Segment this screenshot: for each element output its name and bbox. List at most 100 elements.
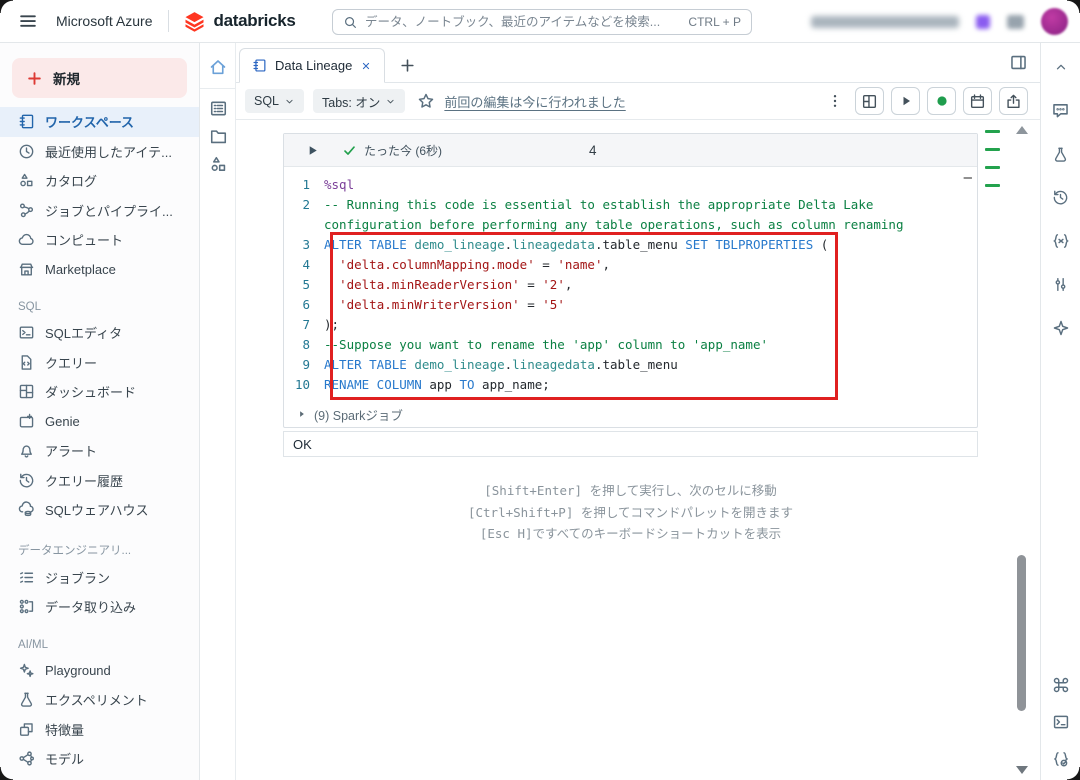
run-all-button[interactable]	[891, 87, 920, 115]
sidebar-item-workflow[interactable]: ジョブとパイプライ...	[0, 196, 199, 226]
share-button[interactable]	[999, 87, 1028, 115]
sidebar-item-catalog[interactable]: カタログ	[0, 166, 199, 196]
code-text: RENAME COLUMN app TO app_name;	[324, 375, 977, 395]
sidebar-item-sql-editor[interactable]: SQLエディタ	[0, 318, 199, 348]
code-line[interactable]: 9ALTER TABLE demo_lineage.lineagedata.ta…	[284, 355, 977, 375]
new-button[interactable]: 新規	[12, 58, 187, 98]
model-icon	[18, 750, 35, 767]
favorite-star-icon[interactable]	[417, 92, 435, 110]
home-icon[interactable]	[208, 57, 228, 77]
search-input[interactable]	[365, 15, 688, 29]
code-line[interactable]: 5 'delta.minReaderVersion' = '2',	[284, 275, 977, 295]
sidebar-item-data-ingestion[interactable]: データ取り込み	[0, 592, 199, 622]
panel-layout-icon[interactable]	[1009, 53, 1028, 72]
layout-grid-button[interactable]	[855, 87, 884, 115]
code-line[interactable]: 1%sql	[284, 175, 977, 195]
sidebar-item-dashboard[interactable]: ダッシュボード	[0, 377, 199, 407]
sidebar-item-genie[interactable]: Genie	[0, 407, 199, 437]
language-select[interactable]: SQL	[245, 89, 304, 113]
spark-jobs-row[interactable]: (9) Sparkジョブ	[284, 401, 977, 427]
history-icon	[18, 472, 35, 489]
tabs-toggle-select[interactable]: Tabs: オン	[313, 89, 405, 113]
expand-caret-icon	[297, 409, 307, 419]
scroll-down-arrow[interactable]	[1016, 766, 1028, 774]
terminal-icon[interactable]	[1052, 713, 1070, 731]
new-button-label: 新規	[53, 68, 80, 88]
chevron-up-icon[interactable]	[1053, 59, 1069, 75]
sidebar-item-clock[interactable]: 最近使用したアイテ...	[0, 137, 199, 167]
code-line[interactable]: 10RENAME COLUMN app TO app_name;	[284, 375, 977, 395]
search-shortcut: CTRL + P	[688, 15, 741, 29]
job-runs-icon	[18, 569, 35, 586]
schedule-button[interactable]	[963, 87, 992, 115]
run-cell-icon[interactable]	[305, 143, 320, 158]
line-number: 10	[284, 375, 324, 395]
sidebar-item-feature-store[interactable]: 特徴量	[0, 715, 199, 745]
topbar-redacted-icon-1[interactable]	[976, 15, 990, 29]
line-number: 5	[284, 275, 324, 295]
line-number: 4	[284, 255, 324, 275]
code-line[interactable]: 2-- Running this code is essential to es…	[284, 195, 977, 235]
tabs-toggle-value: Tabs: オン	[322, 92, 380, 111]
code-line[interactable]: 6 'delta.minWriterVersion' = '5'	[284, 295, 977, 315]
sidebar-item-notebook[interactable]: ワークスペース	[0, 107, 199, 137]
flask-icon[interactable]	[1052, 146, 1069, 163]
history-icon[interactable]	[1052, 189, 1069, 206]
sidebar-item-sparkles[interactable]: Playground	[0, 656, 199, 686]
databricks-logo[interactable]: databricks	[183, 10, 295, 33]
code-editor[interactable]: 1%sql2-- Running this code is essential …	[284, 167, 977, 401]
code-cell[interactable]: たった今 (6秒) 4 – 1%sql2-- Running this code…	[283, 133, 978, 428]
sidebar-item-job-runs[interactable]: ジョブラン	[0, 563, 199, 593]
catalog-strip-icon[interactable]	[208, 154, 228, 174]
new-tab-button[interactable]	[399, 57, 416, 74]
data-ingestion-icon	[18, 598, 35, 615]
workspace-name-redacted[interactable]	[811, 16, 959, 28]
code-line[interactable]: 7);	[284, 315, 977, 335]
cluster-status-button[interactable]	[927, 87, 956, 115]
notebook-icon	[18, 113, 35, 130]
scroll-up-arrow[interactable]	[1016, 126, 1028, 134]
tab-close-icon[interactable]	[360, 60, 372, 72]
sparkle-icon[interactable]	[1052, 319, 1070, 337]
table-of-contents-icon[interactable]	[208, 98, 228, 118]
line-number: 6	[284, 295, 324, 315]
comment-icon[interactable]	[1051, 101, 1070, 120]
sidebar-item-history[interactable]: クエリー履歴	[0, 466, 199, 496]
sidebar-item-cloud[interactable]: コンピュート	[0, 225, 199, 255]
notebook-toolbar: SQL Tabs: オン 前回の編集は今に行われました	[236, 83, 1040, 120]
warehouse-icon	[18, 501, 35, 518]
code-line[interactable]: 3ALTER TABLE demo_lineage.lineagedata.ta…	[284, 235, 977, 255]
sidebar-item-warehouse[interactable]: SQLウェアハウス	[0, 495, 199, 525]
folder-icon[interactable]	[208, 126, 228, 146]
topbar-redacted-icon-2[interactable]	[1007, 15, 1024, 29]
scrollbar-thumb[interactable]	[1017, 555, 1026, 711]
cloud-icon	[18, 231, 35, 248]
query-file-icon	[18, 354, 35, 371]
schedule-icon	[969, 93, 986, 110]
sidebar-item-label: Genie	[45, 414, 80, 429]
sidebar-item-label: 特徴量	[45, 720, 84, 739]
spark-jobs-label: (9) Sparkジョブ	[314, 405, 403, 424]
code-line[interactable]: 8--Suppose you want to rename the 'app' …	[284, 335, 977, 355]
hamburger-menu-icon[interactable]	[16, 9, 40, 33]
code-line[interactable]: 4 'delta.columnMapping.mode' = 'name',	[284, 255, 977, 275]
sidebar-item-query-file[interactable]: クエリー	[0, 348, 199, 378]
sidebar-item-model[interactable]: モデル	[0, 744, 199, 774]
last-edit-link[interactable]: 前回の編集は今に行われました	[444, 92, 625, 111]
command-icon[interactable]	[1052, 676, 1070, 694]
sidebar-section-header: データエンジニアリ...	[18, 542, 199, 558]
sidebar-item-storefront[interactable]: Marketplace	[0, 255, 199, 285]
cluster-status-icon	[934, 93, 950, 109]
keyboard-hints: [Shift+Enter] を押して実行し、次のセルに移動 [Ctrl+Shif…	[283, 480, 978, 545]
search-icon	[343, 15, 358, 30]
user-avatar[interactable]	[1041, 8, 1068, 35]
global-search[interactable]: CTRL + P	[332, 9, 752, 35]
sidebar-item-bell[interactable]: アラート	[0, 436, 199, 466]
braces-check-icon[interactable]	[1052, 750, 1070, 768]
variables-icon[interactable]	[1052, 232, 1070, 250]
tab-data-lineage[interactable]: Data Lineage	[239, 48, 385, 83]
sidebar-item-flask[interactable]: エクスペリメント	[0, 685, 199, 715]
kebab-menu-icon[interactable]	[827, 93, 843, 109]
code-text: );	[324, 315, 977, 335]
sliders-icon[interactable]	[1052, 276, 1069, 293]
